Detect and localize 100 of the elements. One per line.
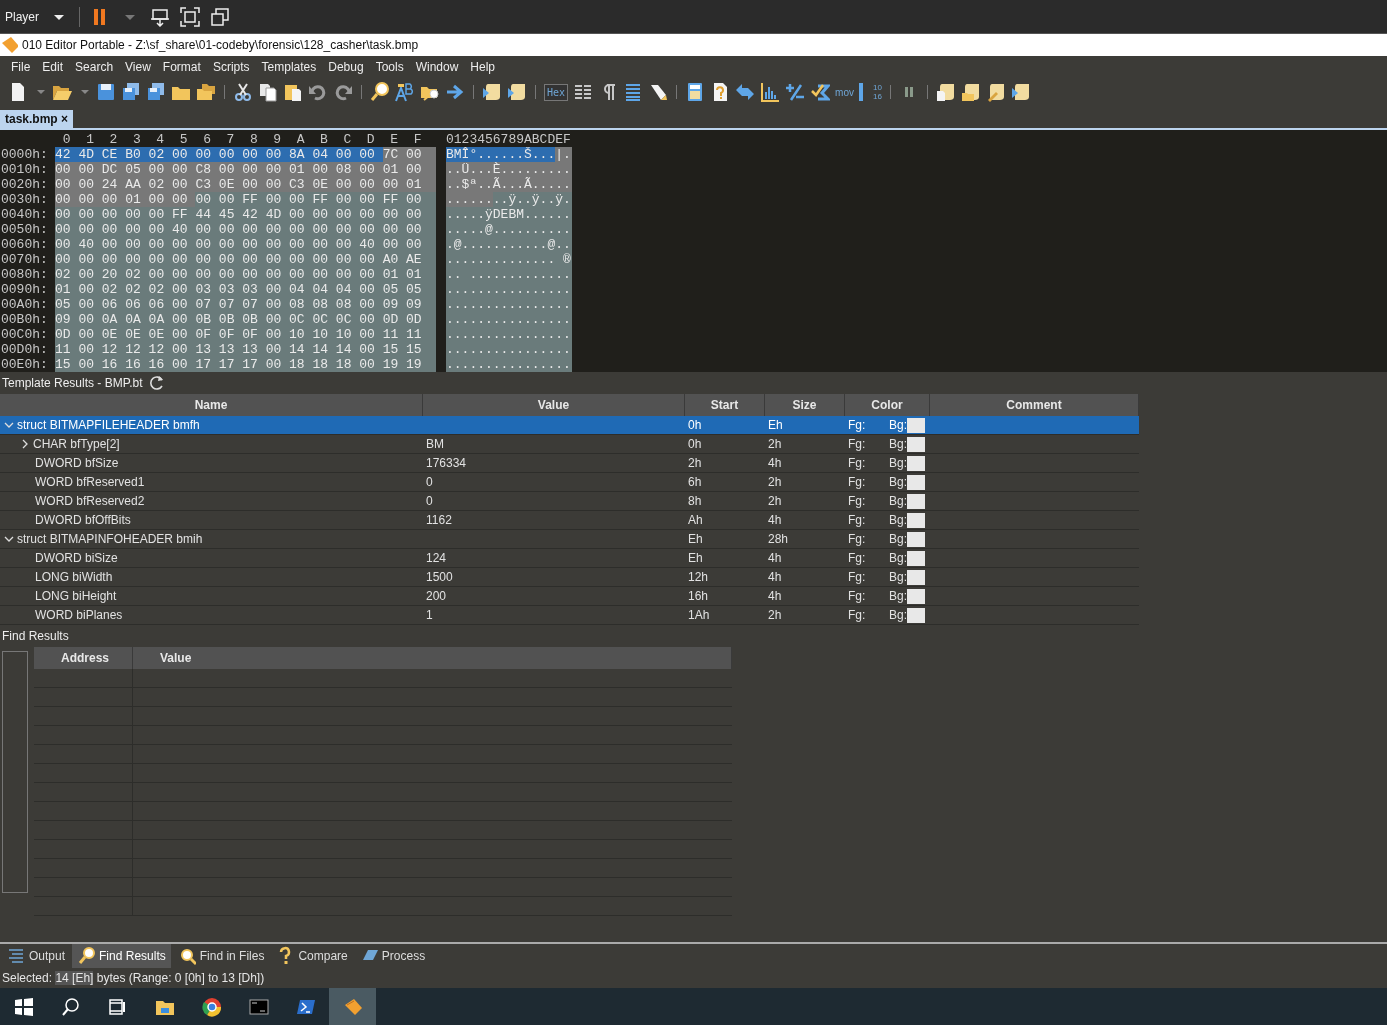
menu-item[interactable]: Window — [410, 60, 464, 74]
hex-bytes[interactable]: 15 00 16 16 16 00 17 17 17 00 18 18 18 00 19 19 — [55, 357, 436, 372]
ascii-text[interactable]: .@...........@.. — [446, 237, 572, 252]
column-header[interactable]: Start — [685, 394, 765, 416]
copy-icon[interactable] — [258, 82, 278, 102]
ascii-text[interactable]: .....@.......... — [446, 222, 572, 237]
tree-row[interactable]: DWORD biSize — [0, 549, 423, 568]
windows-icon[interactable] — [13, 996, 34, 1017]
tree-row[interactable]: LONG biWidth — [0, 568, 423, 587]
search-icon[interactable] — [370, 82, 390, 102]
hex-bytes[interactable]: 01 00 02 02 02 00 03 03 03 00 04 04 04 00 05 05 — [55, 282, 436, 297]
hex-bytes[interactable]: 00 00 24 AA 02 00 C3 0E 00 00 C3 0E 00 00 00 01 — [55, 177, 436, 192]
ascii-text[interactable]: ..ÿ..ÿ..ÿ. — [492, 192, 572, 207]
tree-row[interactable]: WORD biPlanes — [0, 606, 423, 625]
menu-item[interactable]: View — [120, 60, 156, 74]
panel-tab[interactable]: Process — [354, 944, 431, 968]
menu-item[interactable]: Debug — [323, 60, 369, 74]
menu-item[interactable]: Format — [157, 60, 206, 74]
column-header[interactable]: Value — [423, 394, 685, 416]
save-as-icon[interactable] — [121, 82, 141, 102]
columns-icon[interactable] — [573, 82, 594, 102]
tree-row[interactable]: struct BITMAPFILEHEADER bmfh — [0, 416, 423, 435]
player-menu[interactable]: Player — [5, 9, 39, 24]
ascii-text[interactable]: ................ — [446, 357, 572, 372]
menu-item[interactable]: Search — [70, 60, 119, 74]
paste-icon[interactable] — [283, 82, 303, 102]
column-header[interactable]: Name — [0, 394, 423, 416]
ascii-text[interactable]: .. ............. — [446, 267, 572, 282]
arrow-right-icon[interactable] — [445, 82, 465, 102]
tree-row[interactable]: WORD bfReserved1 — [0, 473, 423, 492]
open-template-icon[interactable] — [960, 82, 981, 102]
hex-bytes[interactable]: 11 00 12 12 12 00 13 13 13 00 14 14 14 00 15 15 — [55, 342, 436, 357]
ascii-text[interactable]: ................ — [446, 282, 572, 297]
ascii-text[interactable]: ..Ü...È......... — [446, 162, 572, 177]
hex-bytes[interactable]: 09 00 0A 0A 0A 00 0B 0B 0B 00 0C 0C 0C 00 0D 0D — [55, 312, 436, 327]
task-view-icon[interactable] — [107, 996, 128, 1017]
color-swatch[interactable] — [907, 588, 925, 604]
tree-row[interactable]: struct BITMAPINFOHEADER bmih — [0, 530, 423, 549]
hex-bytes[interactable]: 0D 00 0E 0E 0E 00 0F 0F 0F 00 10 10 10 00 11 11 — [55, 327, 436, 342]
redo-icon[interactable] — [333, 82, 353, 102]
column-header[interactable]: Size — [765, 394, 845, 416]
run-scroll-icon[interactable] — [482, 82, 502, 102]
tree-row[interactable]: WORD bfReserved2 — [0, 492, 423, 511]
menu-item[interactable]: File — [6, 60, 36, 74]
search-icon[interactable] — [60, 996, 81, 1017]
column-header[interactable]: Color — [845, 394, 930, 416]
tree-row[interactable]: LONG biHeight — [0, 587, 423, 606]
hex-bytes[interactable]: 00 00 00 00 00 FF 44 45 42 4D 00 00 00 00 00 00 — [55, 207, 436, 222]
ascii-text[interactable]: ..$ª..Ã...Ã..... — [446, 177, 572, 192]
hex-toggle[interactable]: Hex — [544, 83, 569, 101]
ascii-text[interactable]: ................ — [446, 327, 572, 342]
tree-row[interactable]: DWORD bfSize — [0, 454, 423, 473]
hex-bytes[interactable]: 02 00 20 02 00 00 00 00 00 00 00 00 00 00 01 01 — [55, 267, 436, 282]
tree-row[interactable]: DWORD bfOffBits — [0, 511, 423, 530]
color-swatch[interactable] — [907, 474, 925, 490]
mov-button[interactable]: mov — [835, 86, 854, 98]
menu-item[interactable]: Edit — [37, 60, 69, 74]
ascii-text[interactable]: .............. ® — [446, 252, 572, 267]
ascii-text[interactable]: BMÎ°......Š... — [446, 147, 556, 162]
folders-icon[interactable] — [196, 82, 216, 102]
panel-tab[interactable]: Find in Files — [172, 944, 270, 968]
file-tab[interactable]: task.bmp × — [0, 110, 74, 128]
column-header[interactable]: Address — [34, 647, 133, 669]
panel-tab[interactable]: Find Results — [72, 944, 171, 968]
color-swatch[interactable] — [907, 569, 925, 585]
menu-item[interactable]: Templates — [256, 60, 322, 74]
ascii-text[interactable]: |. — [555, 147, 572, 162]
ascii-text[interactable]: .....ÿDEBM...... — [446, 207, 572, 222]
menu-item[interactable]: Scripts — [207, 60, 255, 74]
plus-minus-icon[interactable] — [785, 82, 806, 102]
color-swatch[interactable] — [907, 607, 925, 623]
menu-item[interactable]: Help — [465, 60, 501, 74]
windows-overlap-icon[interactable] — [210, 6, 230, 27]
run-template-icon[interactable] — [1010, 82, 1031, 102]
color-swatch[interactable] — [907, 512, 925, 528]
save-icon[interactable] — [96, 82, 116, 102]
color-swatch[interactable] — [907, 455, 925, 471]
panel-tab[interactable]: Output — [2, 944, 71, 968]
ascii-text[interactable]: ................ — [446, 342, 572, 357]
menu-item[interactable]: Tools — [370, 60, 409, 74]
hex-bytes[interactable]: 00 00 00 00 00 00 00 00 00 00 00 00 00 00 A0 AE — [55, 252, 436, 267]
histogram-icon[interactable] — [760, 82, 781, 102]
hex-bytes[interactable]: 05 00 06 06 06 00 07 07 07 00 08 08 08 00 09 09 — [55, 297, 436, 312]
column-header[interactable]: Comment — [930, 394, 1139, 416]
new-template-icon[interactable] — [935, 82, 956, 102]
hex-bytes[interactable]: 00 00 00 00 00 40 00 00 00 00 00 00 00 00 00 00 — [55, 222, 436, 237]
hex-bytes[interactable]: 00 00 FF 00 00 FF 00 00 FF 00 — [195, 192, 436, 207]
base-converter-button[interactable]: 10 16 — [858, 83, 882, 101]
color-swatch[interactable] — [907, 436, 925, 452]
browser-icon[interactable] — [201, 996, 222, 1017]
terminal-icon[interactable] — [248, 996, 269, 1017]
color-swatch[interactable] — [907, 550, 925, 566]
ascii-text[interactable]: ................ — [446, 297, 572, 312]
highlighter-icon[interactable] — [648, 82, 669, 102]
ascii-text[interactable]: ...... — [446, 192, 493, 207]
save-all-icon[interactable] — [146, 82, 166, 102]
panel-tab[interactable]: Compare — [271, 944, 353, 968]
tree-row[interactable]: CHAR bfType[2] — [0, 435, 423, 454]
swap-arrows-icon[interactable] — [735, 82, 756, 102]
replace-icon[interactable] — [395, 82, 415, 102]
